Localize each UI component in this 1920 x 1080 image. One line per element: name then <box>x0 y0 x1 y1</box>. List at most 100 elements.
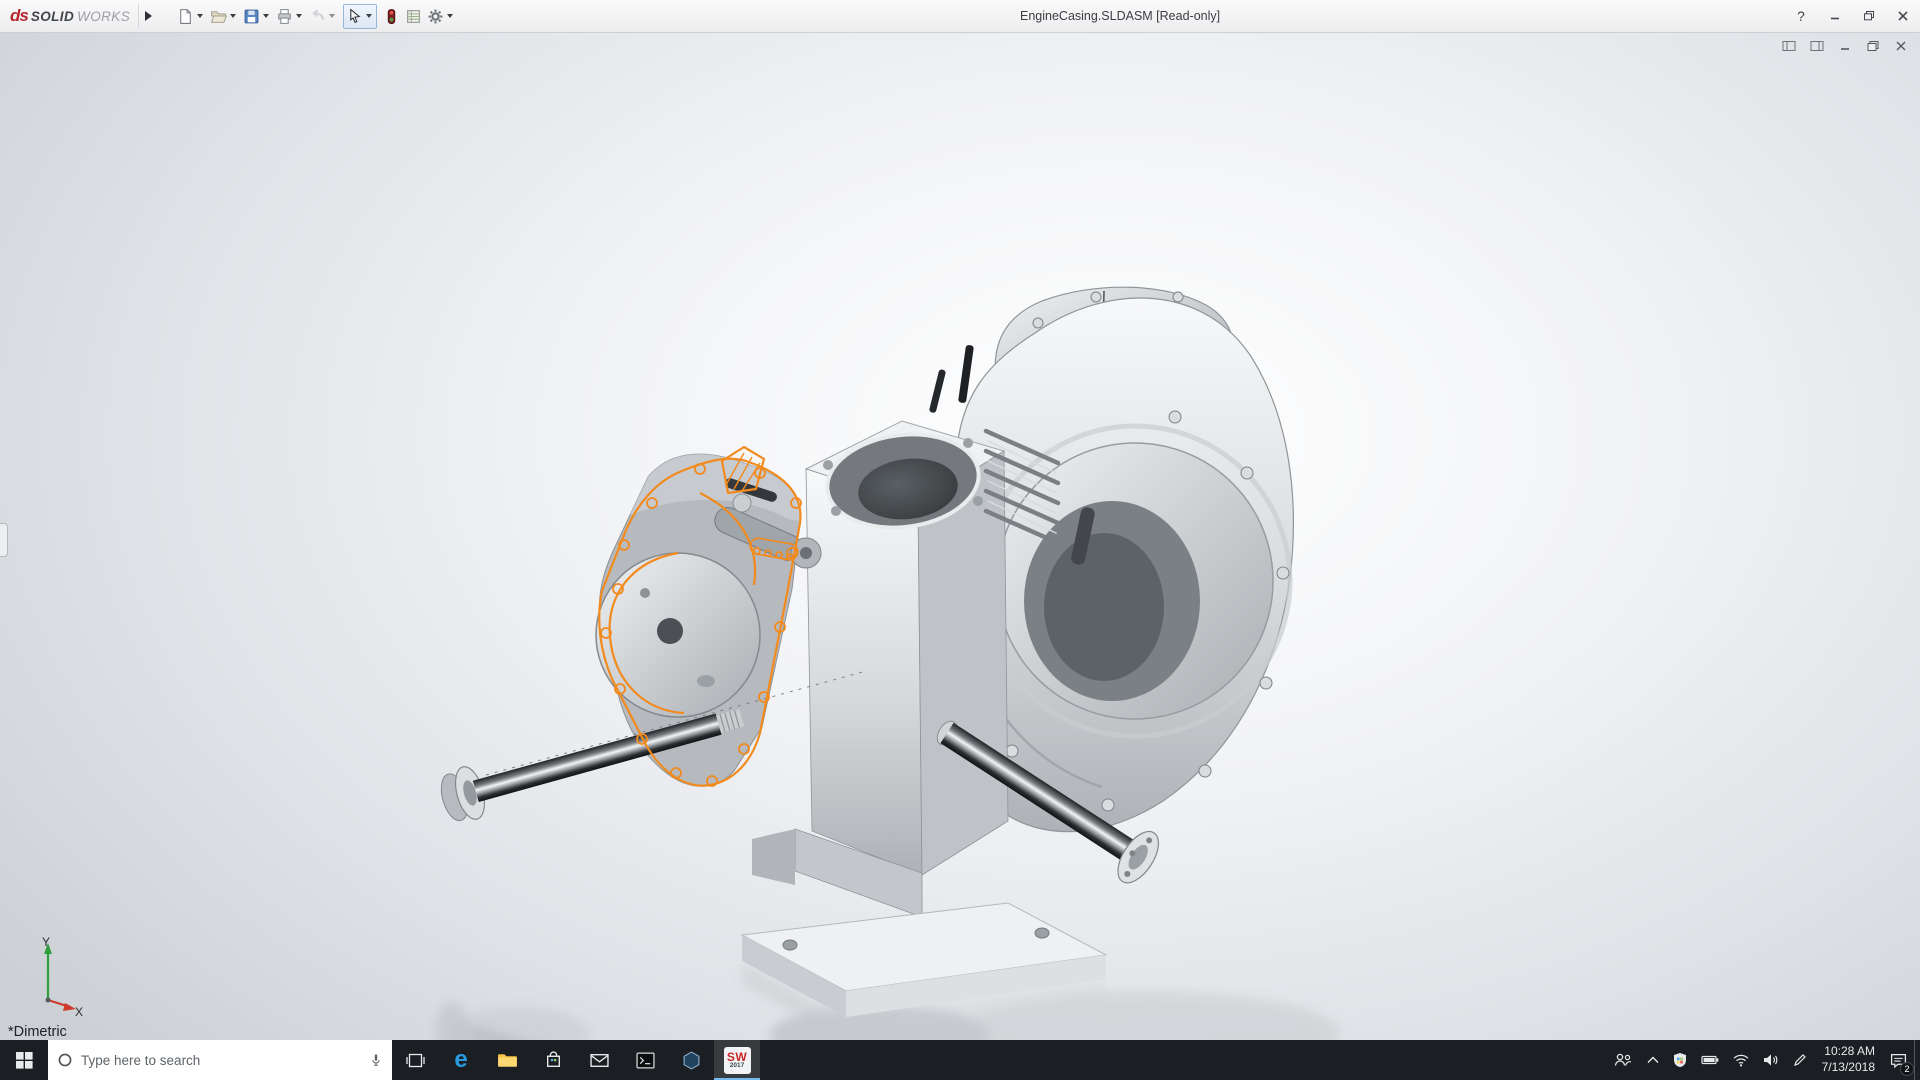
pane-right-icon <box>1810 40 1824 52</box>
edge-icon: e <box>454 1048 467 1072</box>
graphics-area[interactable]: Y X *Dimetric <box>0 33 1920 1040</box>
minimize-button[interactable] <box>1818 0 1852 32</box>
restore-icon <box>1863 10 1875 22</box>
security-shield-icon <box>1673 1052 1687 1068</box>
select-button[interactable] <box>345 6 375 27</box>
network-wifi-icon <box>1733 1054 1749 1067</box>
screen: ds SOLIDWORKS <box>0 0 1920 1080</box>
select-dropdown-caret[interactable] <box>366 14 372 18</box>
save-dropdown-caret[interactable] <box>263 14 269 18</box>
open-button[interactable] <box>209 6 239 27</box>
file-explorer-icon <box>497 1052 518 1069</box>
document-window-controls <box>1780 38 1910 54</box>
search-input[interactable] <box>81 1053 361 1068</box>
logo-text-works: WORKS <box>77 9 130 24</box>
notification-badge: 2 <box>1900 1062 1914 1076</box>
microphone-icon[interactable] <box>369 1052 383 1068</box>
clock-time: 10:28 AM <box>1824 1044 1875 1060</box>
taskbar-search-box[interactable] <box>48 1040 392 1080</box>
show-desktop-button[interactable] <box>1914 1040 1920 1080</box>
options-dropdown-caret[interactable] <box>447 14 453 18</box>
command-prompt-icon <box>636 1052 655 1069</box>
document-title: EngineCasing.SLDASM [Read-only] <box>456 9 1784 23</box>
save-button[interactable] <box>242 6 272 27</box>
cylinder-block-part[interactable] <box>806 421 1008 875</box>
undo-dropdown-caret[interactable] <box>329 14 335 18</box>
start-button[interactable] <box>0 1040 48 1080</box>
volume-button[interactable] <box>1756 1040 1786 1080</box>
small-pins[interactable] <box>929 345 974 414</box>
minimize-icon <box>1838 40 1852 52</box>
battery-icon <box>1701 1055 1719 1065</box>
collapsed-panel-tab[interactable] <box>0 523 8 557</box>
hexagon-app-button[interactable] <box>668 1040 714 1080</box>
undo-button[interactable] <box>308 6 338 27</box>
file-properties-button[interactable] <box>404 6 423 27</box>
battery-button[interactable] <box>1694 1040 1726 1080</box>
dassault-mark-icon: ds <box>10 6 28 26</box>
print-dropdown-caret[interactable] <box>296 14 302 18</box>
options-button[interactable] <box>426 6 456 27</box>
close-button[interactable] <box>1886 0 1920 32</box>
cortana-icon <box>57 1052 73 1068</box>
mail-button[interactable] <box>576 1040 622 1080</box>
windows-ink-button[interactable] <box>1786 1040 1814 1080</box>
mail-icon <box>590 1053 609 1068</box>
tray-overflow-button[interactable] <box>1640 1040 1666 1080</box>
view-orientation-label: *Dimetric <box>8 1024 67 1040</box>
close-icon <box>1894 40 1908 52</box>
print-button[interactable] <box>275 6 305 27</box>
3d-viewport-canvas[interactable] <box>0 33 1920 1040</box>
flyout-triangle-icon <box>145 11 152 21</box>
open-icon <box>210 8 227 25</box>
new-document-button[interactable] <box>176 6 206 27</box>
save-icon <box>243 8 260 25</box>
file-properties-icon <box>405 8 422 25</box>
doc-close-button[interactable] <box>1892 38 1910 54</box>
print-icon <box>276 8 293 25</box>
open-dropdown-caret[interactable] <box>230 14 236 18</box>
windows-start-icon <box>16 1052 33 1069</box>
task-view-button[interactable] <box>392 1040 438 1080</box>
restore-button[interactable] <box>1852 0 1886 32</box>
edge-button[interactable]: e <box>438 1040 484 1080</box>
security-button[interactable] <box>1666 1040 1694 1080</box>
solidworks-app-button[interactable]: SW 2017 <box>714 1040 760 1080</box>
rebuild-button[interactable] <box>382 6 401 27</box>
app-titlebar: ds SOLIDWORKS <box>0 0 1920 33</box>
network-button[interactable] <box>1726 1040 1756 1080</box>
solidworks-logo: ds SOLIDWORKS <box>10 6 138 26</box>
pane-left-button[interactable] <box>1780 38 1798 54</box>
file-explorer-button[interactable] <box>484 1040 530 1080</box>
clock-date: 7/13/2018 <box>1822 1060 1875 1076</box>
taskbar-spacer <box>760 1040 1606 1080</box>
doc-restore-button[interactable] <box>1864 38 1882 54</box>
restore-icon <box>1866 40 1880 52</box>
command-prompt-button[interactable] <box>622 1040 668 1080</box>
system-tray: 10:28 AM 7/13/2018 2 <box>1606 1040 1920 1080</box>
select-cursor-icon <box>346 8 363 25</box>
standard-toolbar <box>176 4 456 29</box>
people-icon <box>1613 1053 1633 1067</box>
help-button[interactable]: ? <box>1784 0 1818 32</box>
triad-x-label: X <box>75 1005 83 1018</box>
select-tool-pressed[interactable] <box>343 4 377 29</box>
rebuild-icon <box>383 8 400 25</box>
help-label: ? <box>1797 9 1805 24</box>
store-icon <box>545 1051 562 1070</box>
store-button[interactable] <box>530 1040 576 1080</box>
solidworks-icon-text: SW <box>727 1051 747 1063</box>
doc-minimize-button[interactable] <box>1836 38 1854 54</box>
options-gear-icon <box>427 8 444 25</box>
hexagon-app-icon <box>682 1051 701 1070</box>
menu-flyout-arrow[interactable] <box>138 4 158 28</box>
pane-right-button[interactable] <box>1808 38 1826 54</box>
people-button[interactable] <box>1606 1040 1640 1080</box>
new-dropdown-caret[interactable] <box>197 14 203 18</box>
action-center-button[interactable]: 2 <box>1883 1040 1914 1080</box>
bearing-disc-part[interactable] <box>596 553 760 717</box>
orientation-triad: Y X <box>14 934 86 1018</box>
taskbar-clock[interactable]: 10:28 AM 7/13/2018 <box>1814 1040 1883 1080</box>
volume-icon <box>1763 1053 1779 1067</box>
chevron-up-icon <box>1647 1056 1659 1064</box>
